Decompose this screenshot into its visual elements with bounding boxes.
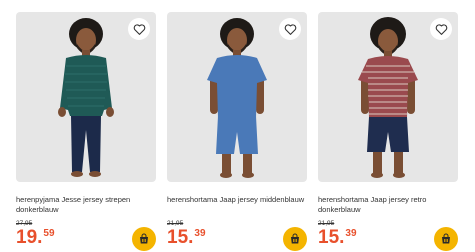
product-image[interactable] <box>167 12 307 182</box>
product-title[interactable]: herenshortama Jaap jersey retro donkerbl… <box>318 195 458 215</box>
add-to-cart-button[interactable] <box>434 227 458 251</box>
current-price: 15. 39 <box>167 228 206 248</box>
product-card[interactable]: herenshortama Jaap jersey middenblauw 21… <box>167 12 307 252</box>
product-card[interactable]: herenshortama Jaap jersey retro donkerbl… <box>318 12 458 252</box>
price-cents: 59 <box>43 228 55 239</box>
heart-outline-icon <box>133 23 145 35</box>
old-price: 27,95 <box>16 220 33 227</box>
shopping-bag-icon <box>442 233 450 244</box>
product-grid: herenpyjama Jesse jersey strepen donkerb… <box>16 12 458 252</box>
price-euros: 15. <box>167 227 194 248</box>
heart-outline-icon <box>284 23 296 35</box>
product-image[interactable] <box>318 12 458 182</box>
product-card[interactable]: herenpyjama Jesse jersey strepen donkerb… <box>16 12 156 252</box>
current-price: 15. 39 <box>318 228 357 248</box>
product-image[interactable] <box>16 12 156 182</box>
shopping-bag-icon <box>291 233 299 244</box>
price-euros: 19. <box>16 227 43 248</box>
heart-outline-icon <box>435 23 447 35</box>
favorite-button[interactable] <box>430 18 452 40</box>
price-cents: 39 <box>345 228 357 239</box>
product-title[interactable]: herenshortama Jaap jersey middenblauw <box>167 195 307 215</box>
old-price: 21,95 <box>318 220 335 227</box>
old-price: 21,95 <box>167 220 184 227</box>
price-euros: 15. <box>318 227 345 248</box>
price-cents: 39 <box>194 228 206 239</box>
favorite-button[interactable] <box>128 18 150 40</box>
add-to-cart-button[interactable] <box>283 227 307 251</box>
current-price: 19. 59 <box>16 228 55 248</box>
favorite-button[interactable] <box>279 18 301 40</box>
product-title[interactable]: herenpyjama Jesse jersey strepen donkerb… <box>16 195 156 215</box>
add-to-cart-button[interactable] <box>132 227 156 251</box>
shopping-bag-icon <box>140 233 148 244</box>
